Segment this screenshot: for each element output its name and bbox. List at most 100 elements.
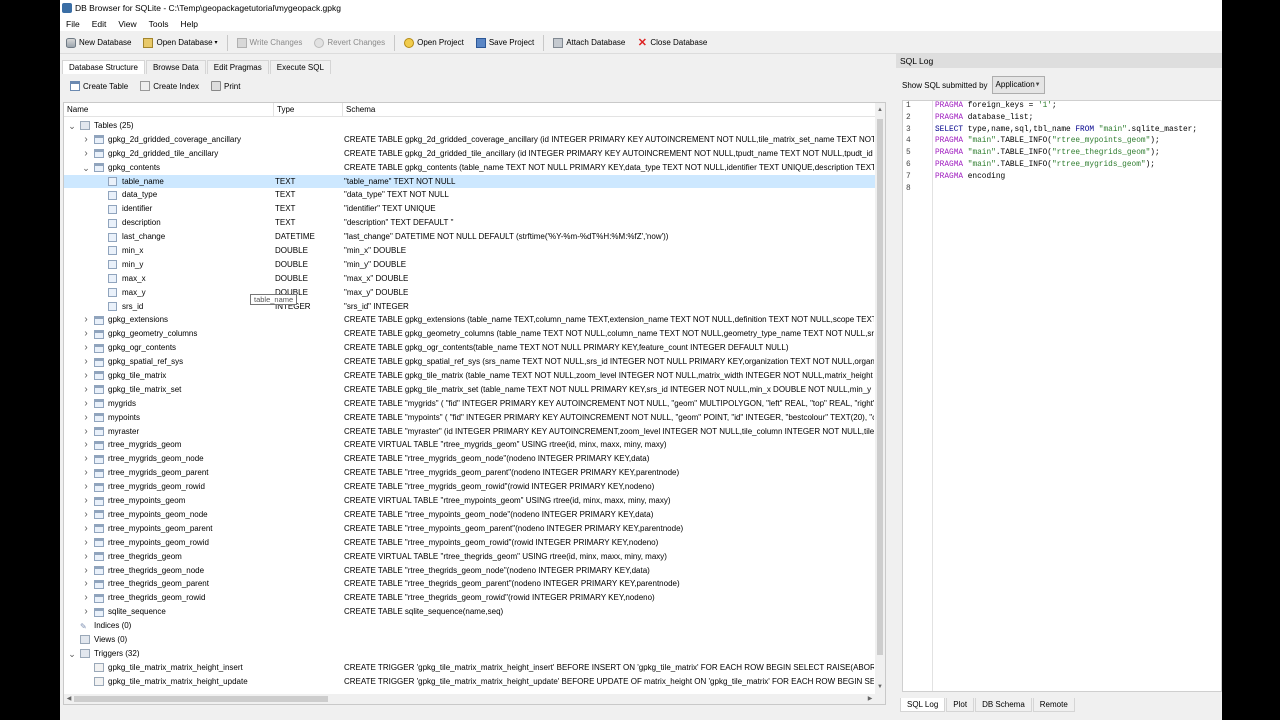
chevron-right-icon[interactable]: › [82, 466, 90, 480]
tree-row[interactable]: › sqlite_sequence CREATE TABLE sqlite_sequ… [64, 605, 875, 619]
menu-edit[interactable]: Edit [86, 19, 113, 29]
tree-row[interactable]: › rtree_thegrids_geom_rowid CREATE TABLE "… [64, 591, 875, 605]
menu-help[interactable]: Help [174, 19, 203, 29]
tab-plot[interactable]: Plot [946, 698, 975, 712]
tree-row[interactable]: › rtree_thegrids_geom_node CREATE TABLE "r… [64, 564, 875, 578]
column-header-schema[interactable]: Schema [343, 103, 875, 116]
chevron-right-icon[interactable]: › [82, 327, 90, 341]
revert-changes-button[interactable]: Revert Changes [308, 33, 391, 53]
tab-database-structure[interactable]: Database Structure [62, 60, 145, 74]
tree-row[interactable]: › rtree_mypoints_geom_rowid CREATE TABLE "… [64, 536, 875, 550]
tree-row[interactable]: description TEXT "description" TEXT DEFAUL… [64, 216, 875, 230]
tree-row[interactable]: › rtree_mygrids_geom_rowid CREATE TABLE "r… [64, 480, 875, 494]
tree-row[interactable]: ✎ Indices (0) [64, 619, 875, 633]
open-project-button[interactable]: Open Project [398, 33, 470, 53]
chevron-down-icon[interactable]: ⌄ [68, 121, 76, 130]
tree-row[interactable]: max_y DOUBLE "max_y" DOUBLE [64, 286, 875, 300]
menu-tools[interactable]: Tools [143, 19, 175, 29]
tree-row[interactable]: › rtree_mypoints_geom CREATE VIRTUAL TABLE… [64, 494, 875, 508]
chevron-right-icon[interactable]: › [82, 438, 90, 452]
create-table-button[interactable]: Create Table [64, 76, 134, 96]
tree-row[interactable]: srs_id INTEGER "srs_id" INTEGER [64, 300, 875, 314]
menu-file[interactable]: File [60, 19, 86, 29]
chevron-right-icon[interactable]: › [82, 397, 90, 411]
tree-row[interactable]: gpkg_tile_matrix_matrix_height_update CRE… [64, 675, 875, 689]
tree-row[interactable]: › gpkg_2d_gridded_coverage_ancillary CREAT… [64, 133, 875, 147]
sql-source-select[interactable]: Application ▼ [991, 76, 1045, 94]
create-index-button[interactable]: Create Index [134, 76, 205, 96]
tree-row[interactable]: min_x DOUBLE "min_x" DOUBLE [64, 244, 875, 258]
chevron-right-icon[interactable]: › [82, 536, 90, 550]
new-database-button[interactable]: New Database [60, 33, 137, 53]
write-changes-button[interactable]: Write Changes [231, 33, 309, 53]
tree-row[interactable]: › rtree_mygrids_geom_parent CREATE TABLE "… [64, 466, 875, 480]
chevron-right-icon[interactable]: › [82, 550, 90, 564]
scrollbar-thumb[interactable] [877, 119, 883, 655]
chevron-right-icon[interactable]: › [82, 133, 90, 147]
chevron-right-icon[interactable]: › [82, 355, 90, 369]
scroll-down-icon[interactable]: ▼ [875, 682, 885, 692]
scroll-right-icon[interactable]: ▶ [865, 694, 875, 704]
tree-row[interactable]: › gpkg_ogr_contents CREATE TABLE gpkg_ogr_… [64, 341, 875, 355]
tree-row[interactable]: gpkg_tile_matrix_matrix_height_insert CRE… [64, 661, 875, 675]
tree-row[interactable]: › mypoints CREATE TABLE "mypoints" ( "fid"… [64, 411, 875, 425]
tree-row[interactable]: Views (0) [64, 633, 875, 647]
tab-remote[interactable]: Remote [1032, 698, 1075, 712]
column-header-name[interactable]: Name [64, 103, 274, 116]
chevron-right-icon[interactable]: › [82, 452, 90, 466]
tree-row[interactable]: min_y DOUBLE "min_y" DOUBLE [64, 258, 875, 272]
chevron-right-icon[interactable]: › [82, 369, 90, 383]
open-database-button[interactable]: Open Database ▾ [137, 33, 223, 53]
chevron-right-icon[interactable]: › [82, 494, 90, 508]
tab-sql-log[interactable]: SQL Log [900, 698, 946, 712]
tab-browse-data[interactable]: Browse Data [145, 60, 206, 74]
tree-row[interactable]: last_change DATETIME "last_change" DATETIM… [64, 230, 875, 244]
save-project-button[interactable]: Save Project [470, 33, 540, 53]
tree-row[interactable]: › rtree_mypoints_geom_parent CREATE TABLE … [64, 522, 875, 536]
chevron-right-icon[interactable]: › [82, 313, 90, 327]
tree-row[interactable]: identifier TEXT "identifier" TEXT UNIQUE [64, 202, 875, 216]
dropdown-arrow-icon[interactable]: ▾ [215, 39, 218, 46]
tree-row[interactable]: › rtree_mygrids_geom CREATE VIRTUAL TABLE … [64, 438, 875, 452]
chevron-right-icon[interactable]: › [82, 605, 90, 619]
tree-row[interactable]: › myraster CREATE TABLE "myraster" (id INT… [64, 425, 875, 439]
chevron-right-icon[interactable]: › [82, 577, 90, 591]
menu-view[interactable]: View [112, 19, 142, 29]
chevron-right-icon[interactable]: › [82, 383, 90, 397]
tree-row[interactable]: › rtree_thegrids_geom CREATE VIRTUAL TABLE… [64, 550, 875, 564]
tree-row[interactable]: ⌄ gpkg_contents CREATE TABLE gpkg_contents… [64, 161, 875, 175]
tree-row[interactable]: › gpkg_extensions CREATE TABLE gpkg_extens… [64, 313, 875, 327]
chevron-right-icon[interactable]: › [82, 425, 90, 439]
chevron-right-icon[interactable]: › [82, 591, 90, 605]
chevron-right-icon[interactable]: › [82, 147, 90, 161]
scroll-left-icon[interactable]: ◀ [64, 694, 74, 704]
scroll-up-icon[interactable]: ▲ [875, 105, 885, 115]
tab-db-schema[interactable]: DB Schema [975, 698, 1032, 712]
sql-log-editor[interactable]: 1 PRAGMA foreign_keys = '1'; 2 PRAGMA datab… [902, 100, 1222, 692]
vertical-scrollbar[interactable]: ▲ ▼ [875, 103, 885, 704]
tree-row[interactable]: › mygrids CREATE TABLE "mygrids" ( "fid" I… [64, 397, 875, 411]
tree-row[interactable]: data_type TEXT "data_type" TEXT NOT NULL [64, 188, 875, 202]
tree-row[interactable]: ⌄ Triggers (32) [64, 647, 875, 661]
chevron-right-icon[interactable]: › [82, 564, 90, 578]
database-structure-tree[interactable]: Name Type Schema ⌄ Tables (25) › gpkg_2d_gr… [63, 102, 886, 705]
tree-row[interactable]: › gpkg_geometry_columns CREATE TABLE gpkg_… [64, 327, 875, 341]
chevron-right-icon[interactable]: › [82, 341, 90, 355]
tree-row[interactable]: › rtree_mypoints_geom_node CREATE TABLE "r… [64, 508, 875, 522]
tree-row[interactable]: max_x DOUBLE "max_x" DOUBLE [64, 272, 875, 286]
tree-row[interactable]: › gpkg_spatial_ref_sys CREATE TABLE gpkg_s… [64, 355, 875, 369]
tree-row[interactable]: › rtree_mygrids_geom_node CREATE TABLE "rt… [64, 452, 875, 466]
horizontal-scrollbar[interactable]: ◀ ▶ [64, 694, 885, 704]
tree-row[interactable]: › gpkg_2d_gridded_tile_ancillary CREATE TA… [64, 147, 875, 161]
tree-row[interactable]: › rtree_thegrids_geom_parent CREATE TABLE … [64, 577, 875, 591]
tab-execute-sql[interactable]: Execute SQL [269, 60, 331, 74]
chevron-right-icon[interactable]: › [82, 522, 90, 536]
chevron-down-icon[interactable]: ⌄ [82, 163, 90, 172]
print-button[interactable]: Print [205, 76, 246, 96]
chevron-right-icon[interactable]: › [82, 508, 90, 522]
close-database-button[interactable]: ✕ Close Database [631, 33, 713, 53]
tab-edit-pragmas[interactable]: Edit Pragmas [206, 60, 269, 74]
chevron-down-icon[interactable]: ⌄ [68, 649, 76, 658]
scrollbar-thumb[interactable] [74, 696, 328, 702]
attach-database-button[interactable]: Attach Database [547, 33, 631, 53]
